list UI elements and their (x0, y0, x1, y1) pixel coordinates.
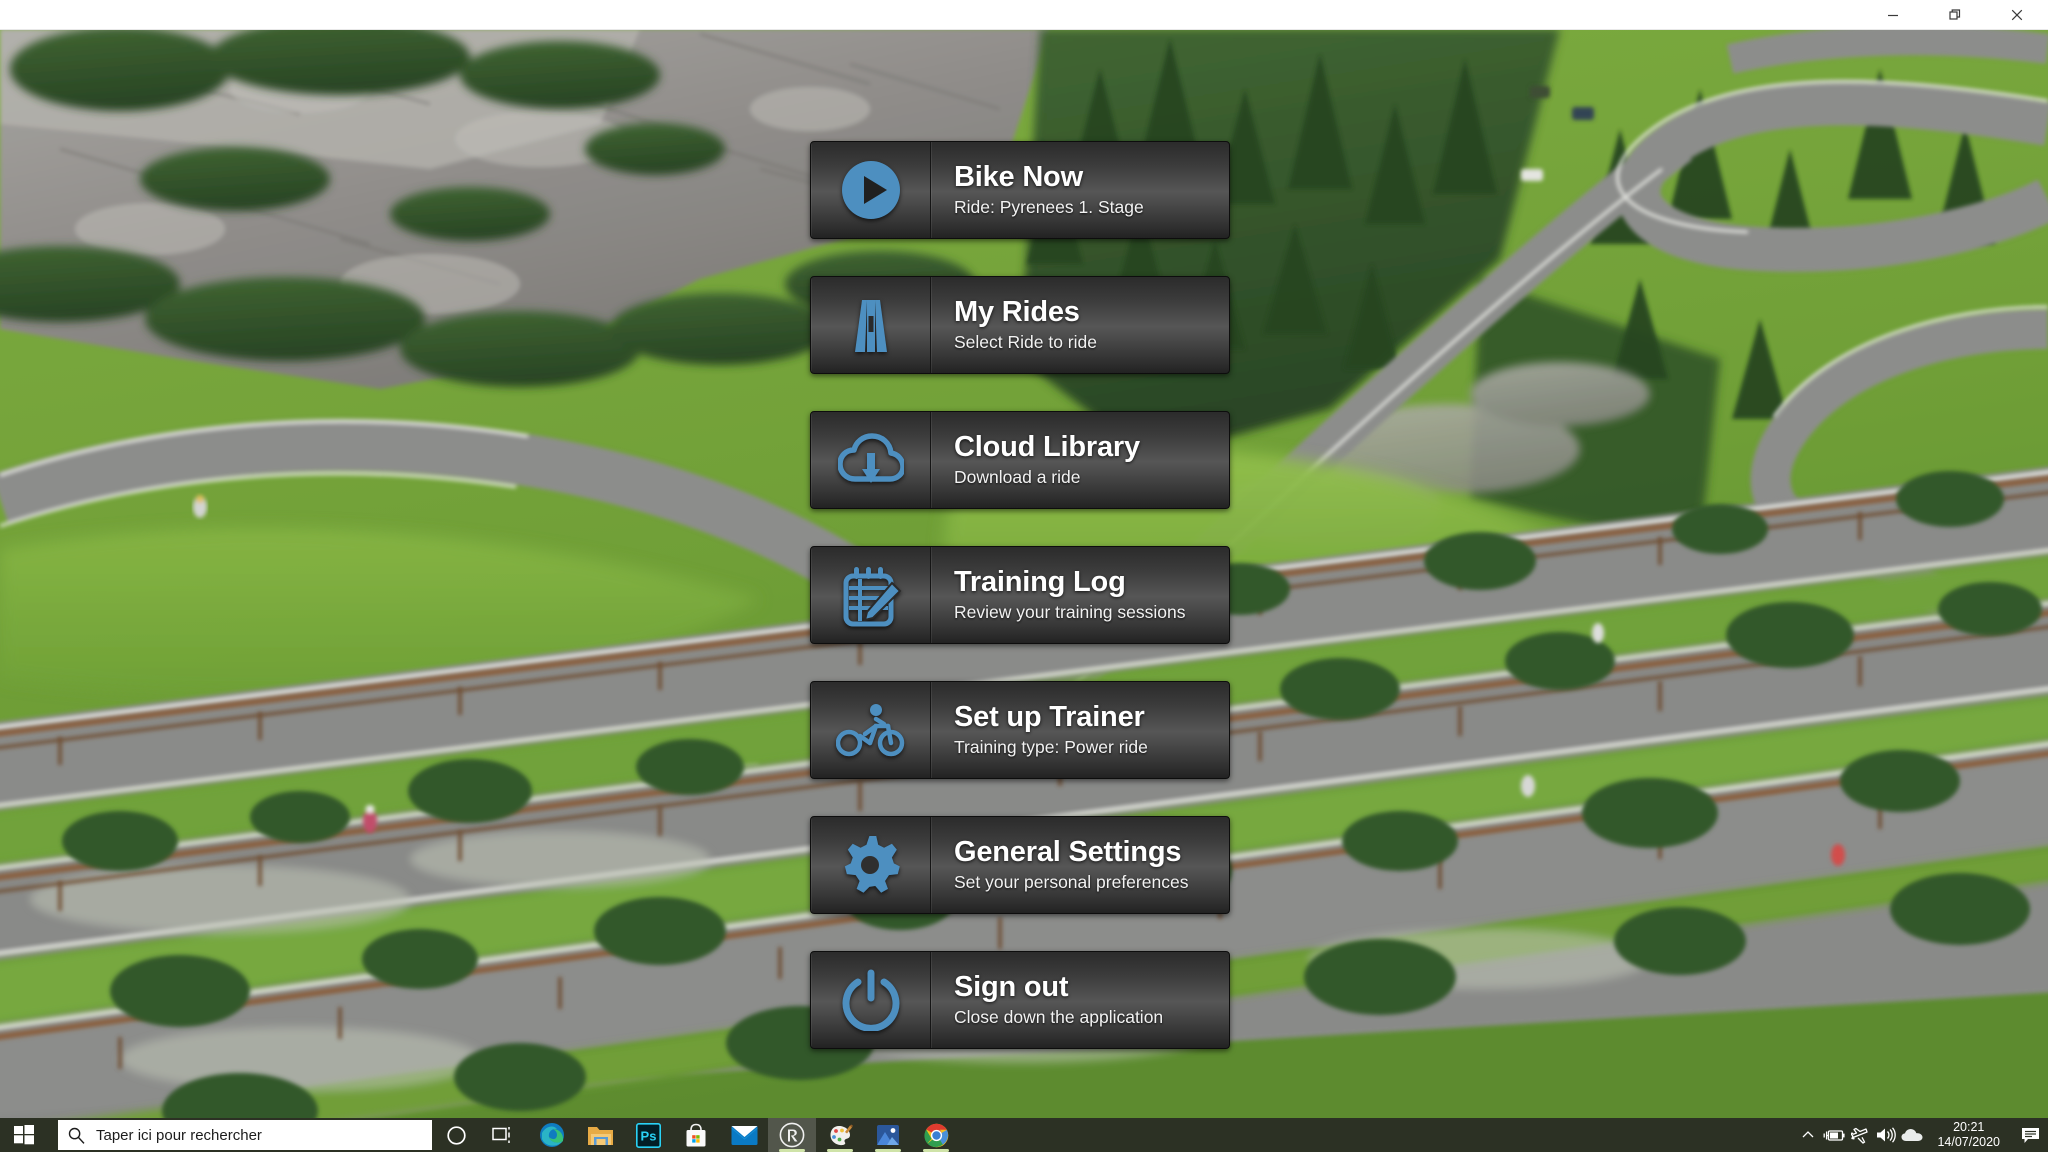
search-placeholder: Taper ici pour rechercher (96, 1126, 262, 1144)
volume-button[interactable] (1873, 1118, 1899, 1152)
search-icon (68, 1127, 85, 1144)
taskbar-google-chrome-button[interactable] (912, 1118, 960, 1152)
menu-item-bike-now[interactable]: Bike Now Ride: Pyrenees 1. Stage (810, 141, 1230, 239)
show-hidden-icons-button[interactable] (1795, 1118, 1821, 1152)
menu-item-title: My Rides (954, 295, 1080, 328)
menu-item-text: Cloud Library Download a ride (931, 412, 1229, 508)
menu-item-text: General Settings Set your personal prefe… (931, 817, 1229, 913)
cyclist-icon (811, 682, 931, 778)
paint-palette-icon (830, 1124, 853, 1145)
close-icon (2011, 9, 2023, 20)
speaker-icon (1877, 1127, 1897, 1143)
minimize-icon (1888, 14, 1898, 16)
cortana-circle-icon (446, 1125, 466, 1145)
cloud-icon (1901, 1129, 1923, 1141)
notepad-pencil-icon (811, 547, 931, 643)
airplane-icon (1851, 1127, 1869, 1144)
folder-icon (587, 1126, 613, 1145)
menu-item-title: General Settings (954, 835, 1182, 868)
clock-time: 20:21 (1953, 1120, 1985, 1135)
menu-item-text: Set up Trainer Training type: Power ride (931, 682, 1229, 778)
menu-item-text: Bike Now Ride: Pyrenees 1. Stage (931, 142, 1229, 238)
chrome-icon (923, 1123, 948, 1147)
windows-logo-icon (14, 1125, 34, 1145)
menu-item-training-log[interactable]: Training Log Review your training sessio… (810, 546, 1230, 644)
taskbar-photos-button[interactable] (864, 1118, 912, 1152)
taskbar-cortana-button[interactable] (432, 1118, 480, 1152)
search-input[interactable]: Taper ici pour rechercher (58, 1120, 432, 1150)
taskbar-clock[interactable]: 20:21 14/07/2020 (1925, 1118, 2012, 1152)
system-tray: 20:21 14/07/2020 (1795, 1118, 2048, 1152)
onedrive-button[interactable] (1899, 1118, 1925, 1152)
menu-item-title: Cloud Library (954, 430, 1140, 463)
menu-item-subtitle: Set your personal preferences (954, 872, 1189, 893)
menu-item-cloud-library[interactable]: Cloud Library Download a ride (810, 411, 1230, 509)
taskbar-paint-button[interactable] (816, 1118, 864, 1152)
app-background: Bike Now Ride: Pyrenees 1. Stage My Ride… (0, 29, 2048, 1118)
minimize-button[interactable] (1862, 0, 1924, 29)
menu-item-text: Training Log Review your training sessio… (931, 547, 1229, 643)
menu-item-subtitle: Training type: Power ride (954, 737, 1148, 758)
windows-taskbar: Taper ici pour rechercher Ps 20:21 14/07… (0, 1118, 2048, 1152)
battery-charging-icon (1823, 1129, 1846, 1141)
menu-item-subtitle: Close down the application (954, 1007, 1164, 1028)
gear-icon (811, 817, 931, 913)
action-center-button[interactable] (2012, 1118, 2048, 1152)
task-view-icon (492, 1127, 510, 1143)
edge-icon (540, 1123, 564, 1147)
menu-item-title: Training Log (954, 565, 1126, 598)
restore-icon (1949, 8, 1961, 20)
store-bag-icon (686, 1123, 706, 1146)
taskbar-mail-button[interactable] (720, 1118, 768, 1152)
rouvy-icon (779, 1122, 805, 1148)
cloud-download-icon (811, 412, 931, 508)
photos-icon (877, 1125, 899, 1145)
taskbar-rouvy-button[interactable] (768, 1118, 816, 1152)
menu-item-subtitle: Download a ride (954, 467, 1081, 488)
airplane-mode-button[interactable] (1847, 1118, 1873, 1152)
window-titlebar (0, 0, 2048, 30)
taskbar-photoshop-button[interactable]: Ps (624, 1118, 672, 1152)
menu-item-subtitle: Review your training sessions (954, 602, 1186, 623)
power-icon (811, 952, 931, 1048)
menu-item-my-rides[interactable]: My Rides Select Ride to ride (810, 276, 1230, 374)
menu-item-title: Bike Now (954, 160, 1083, 193)
taskbar-microsoft-store-button[interactable] (672, 1118, 720, 1152)
taskbar-file-explorer-button[interactable] (576, 1118, 624, 1152)
menu-item-text: My Rides Select Ride to ride (931, 277, 1229, 373)
close-button[interactable] (1986, 0, 2048, 29)
restore-button[interactable] (1924, 0, 1986, 29)
play-circle-icon (811, 142, 931, 238)
menu-item-subtitle: Select Ride to ride (954, 332, 1097, 353)
menu-item-text: Sign out Close down the application (931, 952, 1229, 1048)
menu-item-title: Sign out (954, 970, 1069, 1003)
speech-bubble-icon (2021, 1127, 2039, 1143)
menu-item-title: Set up Trainer (954, 700, 1145, 733)
photoshop-icon: Ps (635, 1122, 661, 1148)
menu-item-subtitle: Ride: Pyrenees 1. Stage (954, 197, 1144, 218)
start-button[interactable] (0, 1118, 48, 1152)
clock-date: 14/07/2020 (1937, 1135, 2000, 1149)
chevron-up-icon (1802, 1131, 1814, 1138)
menu-item-set-up-trainer[interactable]: Set up Trainer Training type: Power ride (810, 681, 1230, 779)
taskbar-microsoft-edge-button[interactable] (528, 1118, 576, 1152)
main-menu: Bike Now Ride: Pyrenees 1. Stage My Ride… (810, 141, 1230, 1049)
taskbar-task-view-button[interactable] (480, 1118, 528, 1152)
svg-text:Ps: Ps (640, 1128, 656, 1143)
mail-envelope-icon (731, 1125, 757, 1145)
menu-item-general-settings[interactable]: General Settings Set your personal prefe… (810, 816, 1230, 914)
road-icon (811, 277, 931, 373)
menu-item-sign-out[interactable]: Sign out Close down the application (810, 951, 1230, 1049)
battery-button[interactable] (1821, 1118, 1847, 1152)
